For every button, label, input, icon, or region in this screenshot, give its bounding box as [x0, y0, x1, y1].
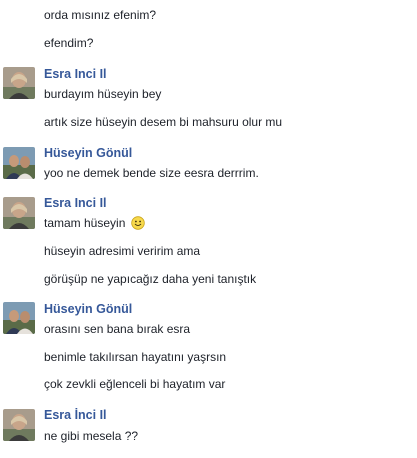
- esra-avatar[interactable]: [3, 67, 35, 99]
- sender-name[interactable]: Hüseyin Gönül: [44, 301, 132, 317]
- message-text: görüşüp ne yapıcağız daha yeni tanıştık: [44, 272, 257, 286]
- message-text: artık size hüseyin desem bi mahsuru olur…: [44, 115, 283, 129]
- sender-name[interactable]: Esra İnci Il: [44, 407, 107, 423]
- message-text: tamam hüseyin: [44, 216, 126, 230]
- esra-avatar[interactable]: [3, 197, 35, 229]
- huseyin-avatar[interactable]: [3, 147, 35, 179]
- message-text: orasını sen bana bırak esra: [44, 322, 191, 336]
- message-text: çok zevkli eğlenceli bi hayatım var: [44, 377, 226, 391]
- sender-name[interactable]: Hüseyin Gönül: [44, 145, 132, 161]
- chat-conversation: orda mısınız efenim? efendim? Esra Inci …: [0, 0, 417, 458]
- smile-emoji-icon: [131, 216, 145, 234]
- message-text: yoo ne demek bende size eesra derrrim.: [44, 166, 259, 180]
- message-line: tamam hüseyin: [44, 215, 145, 234]
- sender-name[interactable]: Esra Inci Il: [44, 66, 107, 82]
- huseyin-avatar[interactable]: [3, 302, 35, 334]
- message-text: benimle takılırsan hayatını yaşrsın: [44, 350, 227, 364]
- esra-avatar[interactable]: [3, 409, 35, 441]
- message-text: efendim?: [44, 36, 94, 50]
- sender-name[interactable]: Esra Inci Il: [44, 195, 107, 211]
- message-text: burdayım hüseyin bey: [44, 87, 162, 101]
- message-text: hüseyin adresimi veririm ama: [44, 244, 201, 258]
- message-text: orda mısınız efenim?: [44, 8, 157, 22]
- message-text: ne gibi mesela ??: [44, 429, 139, 443]
